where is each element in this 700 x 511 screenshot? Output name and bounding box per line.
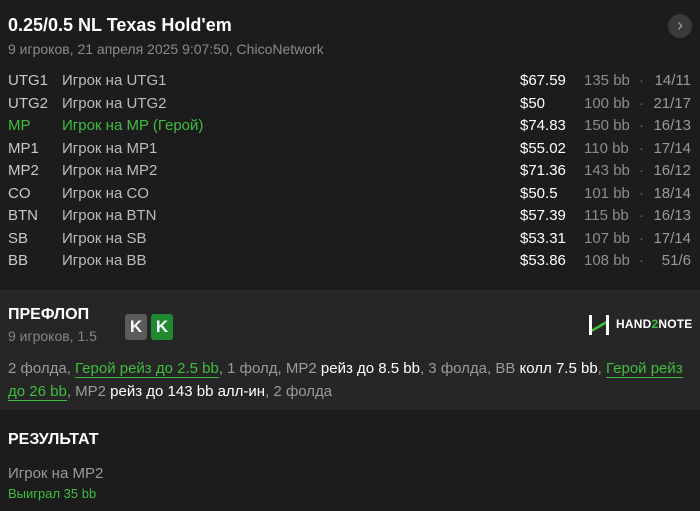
player-row: CO Игрок на CO $50.5 101 bb · 18/14 <box>0 183 700 206</box>
player-row: BTN Игрок на BTN $57.39 115 bb · 16/13 <box>0 205 700 228</box>
hand2note-logo-icon <box>589 315 609 335</box>
hand2note-logo-text: HAND2NOTE <box>616 317 693 331</box>
player-stack: $71.36 <box>520 162 566 179</box>
player-stats: 14/11 <box>654 72 691 89</box>
player-stats: 51/6 <box>661 252 691 269</box>
player-stats: 16/13 <box>653 117 691 134</box>
player-position: SB <box>8 229 29 247</box>
player-position: UTG1 <box>8 72 49 89</box>
result-section: РЕЗУЛЬТАТ Игрок на MP2 Выиграл 35 bb <box>0 410 700 511</box>
hand-history-panel: 0.25/0.5 NL Texas Hold'em 9 игроков, 21 … <box>0 0 700 511</box>
player-name: Игрок на UTG1 <box>62 72 167 89</box>
player-position: MP2 <box>8 162 39 179</box>
player-stack-bb: 110 bb <box>584 139 629 157</box>
result-title: РЕЗУЛЬТАТ <box>8 431 99 448</box>
separator-dot: · <box>639 94 644 112</box>
player-row: UTG2 Игрок на UTG2 $50 100 bb · 21/17 <box>0 93 700 116</box>
hero-card-2: K <box>151 314 173 340</box>
player-stack-bb: 101 bb <box>584 184 630 202</box>
chevron-right-icon: › <box>677 15 683 35</box>
player-stack-bb: 107 bb <box>584 229 630 247</box>
player-stats: 16/13 <box>653 207 691 224</box>
player-stack: $50 <box>520 94 546 112</box>
player-row: MP1 Игрок на MP1 $55.02 110 bb · 17/14 <box>0 138 700 161</box>
separator-dot: · <box>639 229 644 247</box>
result-player: Игрок на MP2 <box>8 465 104 482</box>
player-stats: 18/14 <box>653 184 691 202</box>
player-stack: $74.83 <box>520 117 566 134</box>
player-stats: 16/12 <box>653 162 691 179</box>
player-name: Игрок на BB <box>62 252 147 269</box>
player-name: Игрок на MP2 <box>62 162 158 179</box>
player-position: BTN <box>8 207 38 224</box>
hero-player-row: MP Игрок на MP (Герой) $74.83 150 bb · 1… <box>0 115 700 138</box>
player-position: CO <box>8 184 31 202</box>
player-stack-bb: 150 bb <box>584 117 630 134</box>
separator-dot: · <box>639 117 644 134</box>
player-row: MP2 Игрок на MP2 $71.36 143 bb · 16/12 <box>0 160 700 183</box>
player-stack: $53.31 <box>520 229 566 247</box>
player-name: Игрок на BTN <box>62 207 157 224</box>
separator-dot: · <box>639 184 644 202</box>
player-name: Игрок на MP (Герой) <box>62 117 204 134</box>
hero-action-link[interactable]: Герой рейз до 2.5 bb <box>75 360 219 378</box>
player-stack: $50.5 <box>520 184 558 202</box>
game-subtitle: 9 игроков, 21 апреля 2025 9:07:50, Chico… <box>8 41 324 57</box>
preflop-subtitle: 9 игроков, 1.5 <box>8 328 97 344</box>
separator-dot: · <box>639 207 644 224</box>
preflop-title: ПРЕФЛОП <box>8 306 90 323</box>
player-row: UTG1 Игрок на UTG1 $67.59 135 bb · 14/11 <box>0 70 700 93</box>
separator-dot: · <box>639 252 644 269</box>
player-name: Игрок на UTG2 <box>62 94 167 112</box>
separator-dot: · <box>639 162 644 179</box>
hand-header: 0.25/0.5 NL Texas Hold'em 9 игроков, 21 … <box>0 0 700 292</box>
separator-dot: · <box>639 139 644 157</box>
player-stats: 21/17 <box>653 94 691 112</box>
player-stack-bb: 143 bb <box>584 162 630 179</box>
preflop-actions: 2 фолда, Герой рейз до 2.5 bb, 1 фолд, M… <box>8 360 683 401</box>
player-name: Игрок на MP1 <box>62 139 158 157</box>
players-table: UTG1 Игрок на UTG1 $67.59 135 bb · 14/11… <box>0 70 700 273</box>
player-position: BB <box>8 252 29 269</box>
player-stack-bb: 115 bb <box>584 207 629 224</box>
player-position: MP <box>8 117 31 134</box>
player-position: MP1 <box>8 139 39 157</box>
player-stack-bb: 100 bb <box>584 94 630 112</box>
player-position: UTG2 <box>8 94 49 112</box>
player-stack-bb: 135 bb <box>584 72 630 89</box>
result-winnings: Выиграл 35 bb <box>8 486 97 501</box>
player-stats: 17/14 <box>653 139 691 157</box>
player-stats: 17/14 <box>653 229 691 247</box>
player-stack: $57.39 <box>520 207 566 224</box>
player-name: Игрок на SB <box>62 229 147 247</box>
player-row: BB Игрок на BB $53.86 108 bb · 51/6 <box>0 250 700 273</box>
hero-card-1: K <box>125 314 147 340</box>
player-name: Игрок на CO <box>62 184 149 202</box>
player-stack: $55.02 <box>520 139 566 157</box>
next-hand-button[interactable]: › <box>668 14 692 38</box>
player-stack-bb: 108 bb <box>584 252 630 269</box>
game-title: 0.25/0.5 NL Texas Hold'em <box>8 15 232 35</box>
player-stack: $53.86 <box>520 252 566 269</box>
separator-dot: · <box>639 72 644 89</box>
player-stack: $67.59 <box>520 72 566 89</box>
preflop-section: ПРЕФЛОП 9 игроков, 1.5 K K HAND2NOTE 2 ф… <box>0 292 700 410</box>
player-row: SB Игрок на SB $53.31 107 bb · 17/14 <box>0 228 700 251</box>
